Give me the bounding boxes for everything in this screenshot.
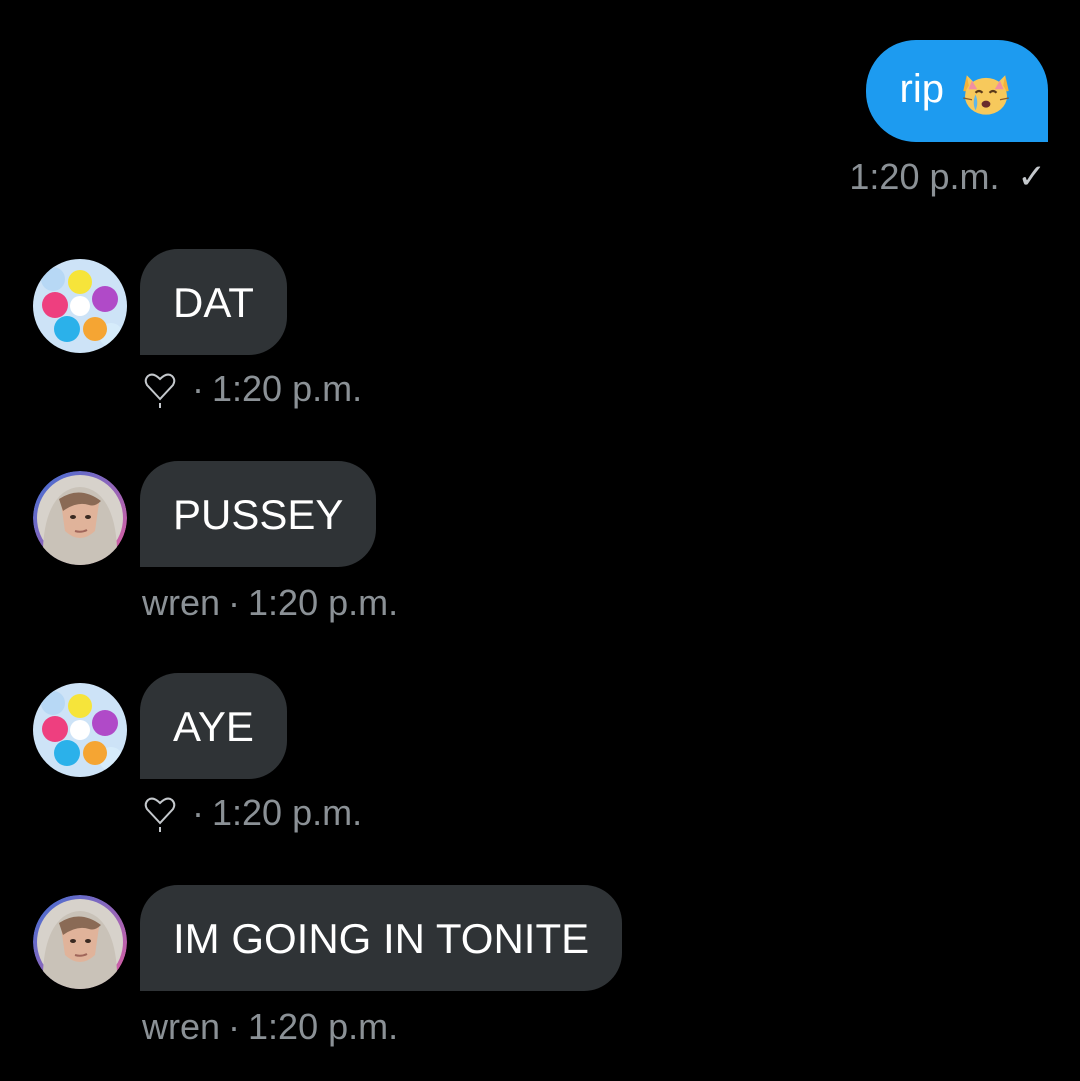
sender-name[interactable]: wren — [142, 582, 220, 624]
meta-separator: · — [192, 792, 204, 833]
heart-icon[interactable] — [142, 793, 178, 833]
message-text: DAT — [173, 279, 254, 326]
message-text: rip — [899, 67, 944, 111]
person-hoodie-avatar[interactable] — [33, 471, 127, 565]
sent-check-icon: ✓ — [1017, 158, 1047, 196]
sender-name[interactable]: wren — [142, 1006, 220, 1048]
crying-cat-face-icon — [963, 75, 1009, 115]
message-time: 1:20 p.m. — [248, 1006, 399, 1047]
message-bubble[interactable]: AYE — [140, 673, 287, 779]
meta-separator: · — [228, 582, 241, 623]
colorful-dots-avatar[interactable] — [33, 683, 127, 777]
message-bubble[interactable]: DAT — [140, 249, 287, 355]
colorful-dots-avatar[interactable] — [33, 259, 127, 353]
message-meta: wren · 1:20 p.m. — [142, 1006, 398, 1048]
outgoing-message-meta: 1:20 p.m. ✓ — [849, 156, 1046, 198]
message-meta: · 1:20 p.m. — [142, 792, 362, 834]
message-text: AYE — [173, 703, 254, 750]
message-meta: · 1:20 p.m. — [142, 368, 362, 410]
message-bubble[interactable]: IM GOING IN TONITE — [140, 885, 623, 991]
message-time: 1:20 p.m. — [248, 582, 399, 623]
meta-separator: · — [228, 1006, 241, 1047]
chat-thread: rip 1:20 p.m. ✓ DAT · 1:20 p.m. PUSSEY w… — [0, 0, 1080, 1081]
person-hoodie-avatar[interactable] — [33, 895, 127, 989]
outgoing-message-bubble[interactable]: rip — [865, 40, 1048, 142]
heart-icon[interactable] — [142, 369, 178, 409]
message-time: 1:20 p.m. — [849, 156, 1000, 197]
meta-separator: · — [192, 368, 204, 409]
message-bubble[interactable]: PUSSEY — [140, 461, 377, 567]
message-meta: wren · 1:20 p.m. — [142, 582, 398, 624]
message-time: 1:20 p.m. — [212, 792, 363, 833]
message-text: IM GOING IN TONITE — [173, 915, 590, 962]
message-time: 1:20 p.m. — [212, 368, 363, 409]
message-text: PUSSEY — [173, 491, 344, 538]
